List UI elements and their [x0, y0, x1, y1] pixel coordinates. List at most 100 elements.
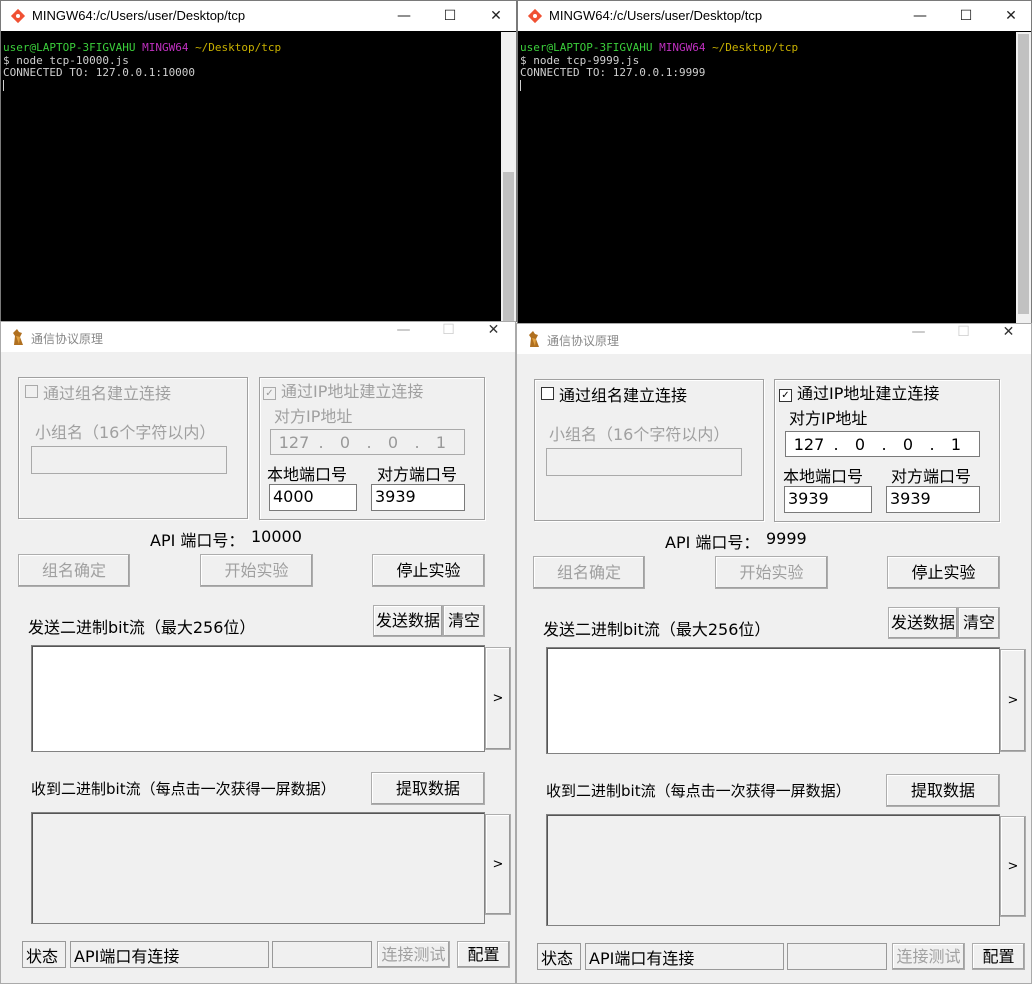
window-title: MINGW64:/c/Users/user/Desktop/tcp [549, 8, 763, 23]
send-textarea[interactable] [546, 647, 1000, 754]
start-experiment-button[interactable]: 开始实验 [200, 554, 313, 587]
app-icon [529, 331, 539, 347]
ip-octet: 0 [902, 434, 914, 454]
receive-expand-button[interactable]: > [485, 814, 511, 915]
title-bar[interactable]: MINGW64:/c/Users/user/Desktop/tcp — ☐ ✕ [1, 1, 516, 31]
fetch-data-button[interactable]: 提取数据 [371, 772, 485, 805]
maximize-button[interactable]: ☐ [427, 1, 473, 31]
prompt-path: ~/Desktop/tcp [712, 41, 799, 54]
group-confirm-button[interactable]: 组名确定 [18, 554, 130, 587]
git-icon [10, 8, 26, 24]
api-port-label: API 端口号： [665, 533, 760, 552]
protocol-dialog-1: 通信协议原理 — ☐ ✕ 通过组名建立连接 小组名（16个字符以内） ✓ 通过IP… [0, 321, 516, 984]
peer-ip-input[interactable]: 127. 0. 0. 1 [785, 431, 980, 457]
group-connect-checkbox[interactable]: 通过组名建立连接 [541, 382, 687, 406]
ip-octet: 0 [339, 432, 351, 452]
status-text: API端口有连接 [70, 941, 269, 968]
checkmark-icon: ✓ [779, 389, 792, 402]
peer-port-label: 对方端口号 [377, 465, 458, 484]
group-connect-label: 通过组名建立连接 [43, 384, 172, 403]
ip-connect-label: 通过IP地址建立连接 [797, 384, 940, 403]
minimize-button[interactable]: — [897, 1, 943, 31]
peer-ip-input[interactable]: 127. 0. 0. 1 [270, 429, 465, 455]
fetch-data-button[interactable]: 提取数据 [886, 774, 1000, 807]
text-cursor [520, 79, 521, 91]
command-line: $ node tcp-10000.js [3, 53, 129, 67]
ip-dot: . [414, 432, 420, 452]
close-button[interactable]: ✕ [473, 1, 519, 31]
peer-port-input[interactable]: 3939 [371, 484, 465, 511]
clear-button[interactable]: 清空 [958, 607, 1000, 639]
config-button[interactable]: 配置 [457, 941, 510, 968]
command-line: $ node tcp-9999.js [520, 53, 640, 67]
send-expand-button[interactable]: > [1000, 649, 1026, 752]
scrollbar-thumb[interactable] [1018, 34, 1029, 314]
send-data-button[interactable]: 发送数据 [373, 605, 443, 637]
local-port-input[interactable]: 4000 [269, 484, 357, 511]
peer-port-input[interactable]: 3939 [886, 486, 980, 513]
ip-octet: 0 [854, 434, 866, 454]
local-port-label: 本地端口号 [267, 465, 348, 484]
peer-ip-label: 对方IP地址 [274, 407, 353, 426]
start-experiment-button[interactable]: 开始实验 [715, 556, 828, 589]
checkbox-icon [541, 387, 554, 400]
minimize-button[interactable]: — [381, 322, 426, 352]
window-title: MINGW64:/c/Users/user/Desktop/tcp [32, 8, 246, 23]
api-port-label: API 端口号： [150, 531, 245, 550]
close-button[interactable]: ✕ [988, 1, 1032, 31]
peer-ip-label: 对方IP地址 [789, 409, 868, 428]
receive-label: 收到二进制bit流（每点击一次获得一屏数据） [546, 782, 851, 800]
scrollbar[interactable] [1016, 32, 1031, 323]
api-port-value: 9999 [766, 529, 807, 548]
receive-textarea[interactable] [31, 812, 485, 924]
terminal-output[interactable]: user@LAPTOP-3FIGVAHU MINGW64 ~/Desktop/t… [3, 41, 281, 93]
peer-port-label: 对方端口号 [891, 467, 972, 486]
ip-connect-checkbox[interactable]: ✓ 通过IP地址建立连接 [263, 378, 423, 402]
group-confirm-button[interactable]: 组名确定 [533, 556, 645, 589]
group-name-input[interactable] [546, 448, 742, 476]
prompt-user: user@LAPTOP-3FIGVAHU [3, 41, 136, 54]
maximize-button[interactable]: ☐ [943, 1, 989, 31]
send-textarea[interactable] [31, 645, 485, 752]
terminal-window-1: MINGW64:/c/Users/user/Desktop/tcp — ☐ ✕ … [0, 0, 517, 322]
title-bar[interactable]: 通信协议原理 — ☐ ✕ [1, 322, 515, 352]
group-name-input[interactable] [31, 446, 227, 474]
git-icon [527, 8, 543, 24]
title-bar[interactable]: 通信协议原理 — ☐ ✕ [517, 324, 1031, 354]
receive-textarea[interactable] [546, 814, 1000, 926]
ip-connect-checkbox[interactable]: ✓ 通过IP地址建立连接 [779, 380, 939, 404]
ip-dot: . [318, 432, 324, 452]
terminal-output[interactable]: user@LAPTOP-3FIGVAHU MINGW64 ~/Desktop/t… [520, 41, 799, 93]
receive-label: 收到二进制bit流（每点击一次获得一屏数据） [31, 780, 336, 798]
group-name-label: 小组名（16个字符以内） [549, 425, 730, 444]
ip-octet: 127 [278, 432, 310, 452]
group-connect-checkbox[interactable]: 通过组名建立连接 [25, 380, 171, 404]
maximize-button[interactable]: ☐ [941, 324, 986, 354]
scrollbar[interactable] [501, 32, 516, 322]
connection-test-button[interactable]: 连接测试 [892, 943, 965, 970]
ip-dot: . [366, 432, 372, 452]
minimize-button[interactable]: — [896, 324, 941, 354]
minimize-button[interactable]: — [381, 1, 427, 31]
connection-test-button[interactable]: 连接测试 [377, 941, 450, 968]
close-button[interactable]: ✕ [471, 322, 516, 352]
api-port-value: 10000 [251, 527, 302, 546]
ip-dot: . [881, 434, 887, 454]
terminal-window-2: MINGW64:/c/Users/user/Desktop/tcp — ☐ ✕ … [517, 0, 1032, 324]
send-expand-button[interactable]: > [485, 647, 511, 750]
checkmark-icon: ✓ [263, 387, 276, 400]
local-port-input[interactable]: 3939 [784, 486, 872, 513]
stop-experiment-button[interactable]: 停止实验 [372, 554, 485, 587]
dialog-title: 通信协议原理 [547, 334, 620, 348]
config-button[interactable]: 配置 [972, 943, 1025, 970]
close-button[interactable]: ✕ [986, 324, 1031, 354]
clear-button[interactable]: 清空 [443, 605, 485, 637]
maximize-button[interactable]: ☐ [426, 322, 471, 352]
scrollbar-thumb[interactable] [503, 172, 514, 322]
ip-octet: 127 [793, 434, 825, 454]
stop-experiment-button[interactable]: 停止实验 [887, 556, 1000, 589]
receive-expand-button[interactable]: > [1000, 816, 1026, 917]
prompt-shell: MINGW64 [142, 41, 189, 54]
send-data-button[interactable]: 发送数据 [888, 607, 958, 639]
title-bar[interactable]: MINGW64:/c/Users/user/Desktop/tcp — ☐ ✕ [518, 1, 1031, 31]
